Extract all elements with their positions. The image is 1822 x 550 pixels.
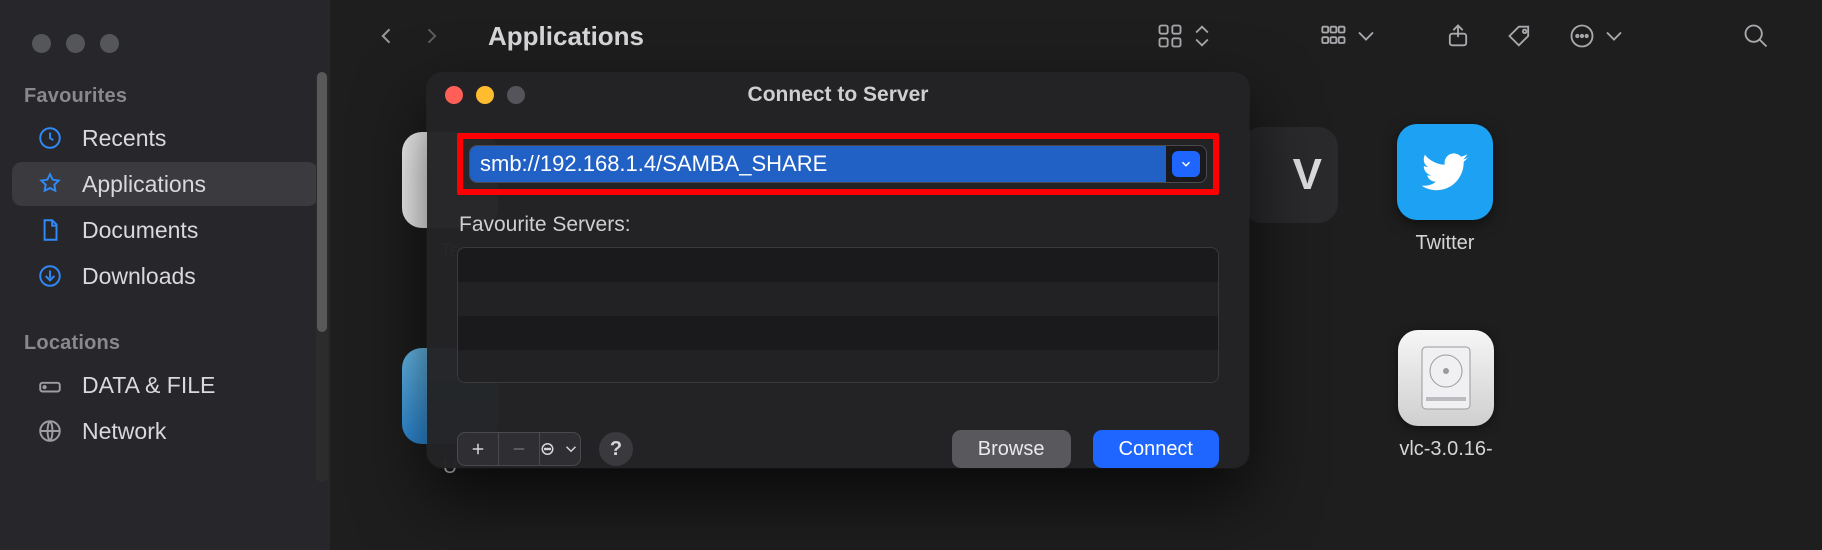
minimize-dialog-button[interactable]	[476, 86, 494, 104]
favourite-servers-list[interactable]	[457, 247, 1219, 383]
sidebar-item-documents[interactable]: Documents	[12, 208, 318, 252]
action-menu-button[interactable]	[1556, 16, 1640, 56]
sidebar-scroll-thumb[interactable]	[317, 72, 327, 332]
finder-sidebar: Favourites Recents Applications Document…	[0, 0, 330, 550]
sidebar-item-downloads[interactable]: Downloads	[12, 254, 318, 298]
dialog-title: Connect to Server	[427, 83, 1249, 107]
document-icon	[36, 216, 64, 244]
sidebar-item-label: Downloads	[82, 263, 196, 290]
app-icon-twitter[interactable]: Twitter	[1385, 124, 1505, 255]
list-row[interactable]	[458, 316, 1218, 350]
twitter-icon	[1397, 124, 1493, 220]
tv-icon: V	[1242, 127, 1338, 223]
share-button[interactable]	[1432, 16, 1484, 56]
favourite-servers-label: Favourite Servers:	[459, 213, 1219, 237]
sidebar-scrollbar[interactable]	[316, 72, 328, 482]
annotation-highlight	[457, 133, 1219, 195]
sidebar-item-network[interactable]: Network	[12, 409, 318, 453]
forward-button[interactable]	[414, 19, 448, 53]
minimize-window-button[interactable]	[66, 34, 85, 53]
server-address-field[interactable]	[469, 145, 1207, 183]
download-icon	[36, 262, 64, 290]
disk-image-icon	[1398, 330, 1494, 426]
clock-icon	[36, 124, 64, 152]
sidebar-section-locations: Locations	[0, 300, 330, 361]
back-button[interactable]	[370, 19, 404, 53]
help-button[interactable]: ?	[599, 432, 633, 466]
close-dialog-button[interactable]	[445, 86, 463, 104]
sidebar-section-favourites: Favourites	[0, 53, 330, 114]
chevron-updown-icon	[1188, 22, 1216, 50]
globe-icon	[36, 417, 64, 445]
view-icon-grid-button[interactable]	[1144, 16, 1228, 56]
add-favourite-button[interactable]	[458, 433, 498, 465]
sidebar-item-label: Recents	[82, 125, 166, 152]
chevron-down-icon	[1352, 22, 1380, 50]
chevron-down-icon	[1179, 157, 1193, 171]
favourite-edit-group	[457, 432, 581, 466]
search-button[interactable]	[1730, 16, 1782, 56]
zoom-dialog-button	[507, 86, 525, 104]
dialog-footer: ? Browse Connect	[427, 416, 1249, 468]
list-row[interactable]	[458, 282, 1218, 316]
connect-to-server-dialog: Connect to Server Favourite Servers:	[427, 73, 1249, 468]
connect-button[interactable]: Connect	[1093, 430, 1220, 468]
dialog-titlebar[interactable]: Connect to Server	[427, 73, 1249, 117]
close-window-button[interactable]	[32, 34, 51, 53]
tags-button[interactable]	[1494, 16, 1546, 56]
recent-servers-dropdown[interactable]	[1172, 151, 1200, 177]
zoom-window-button[interactable]	[100, 34, 119, 53]
app-label: Twitter	[1385, 232, 1505, 255]
favourite-action-menu[interactable]	[540, 433, 580, 465]
remove-favourite-button	[499, 433, 539, 465]
server-address-input[interactable]	[470, 146, 1166, 182]
finder-toolbar: Applications	[330, 0, 1822, 72]
window-controls	[0, 28, 330, 53]
sidebar-item-data-file[interactable]: DATA & FILE	[12, 363, 318, 407]
drive-icon	[36, 371, 64, 399]
sidebar-item-label: DATA & FILE	[82, 372, 215, 399]
app-icon-vlc-dmg[interactable]: vlc-3.0.16-	[1386, 330, 1506, 461]
sidebar-item-label: Applications	[82, 171, 206, 198]
apps-icon	[36, 170, 64, 198]
chevron-down-icon	[562, 440, 580, 458]
sidebar-item-recents[interactable]: Recents	[12, 116, 318, 160]
dialog-body: Favourite Servers:	[427, 117, 1249, 416]
chevron-down-icon	[1600, 22, 1628, 50]
list-row[interactable]	[458, 248, 1218, 282]
sidebar-item-applications[interactable]: Applications	[12, 162, 318, 206]
sidebar-item-label: Network	[82, 418, 166, 445]
path-title: Applications	[488, 21, 644, 52]
browse-button[interactable]: Browse	[952, 430, 1071, 468]
dialog-window-controls	[427, 86, 525, 104]
list-row[interactable]	[458, 350, 1218, 383]
sidebar-item-label: Documents	[82, 217, 198, 244]
app-label: vlc-3.0.16-	[1386, 438, 1506, 461]
group-by-button[interactable]	[1308, 16, 1392, 56]
